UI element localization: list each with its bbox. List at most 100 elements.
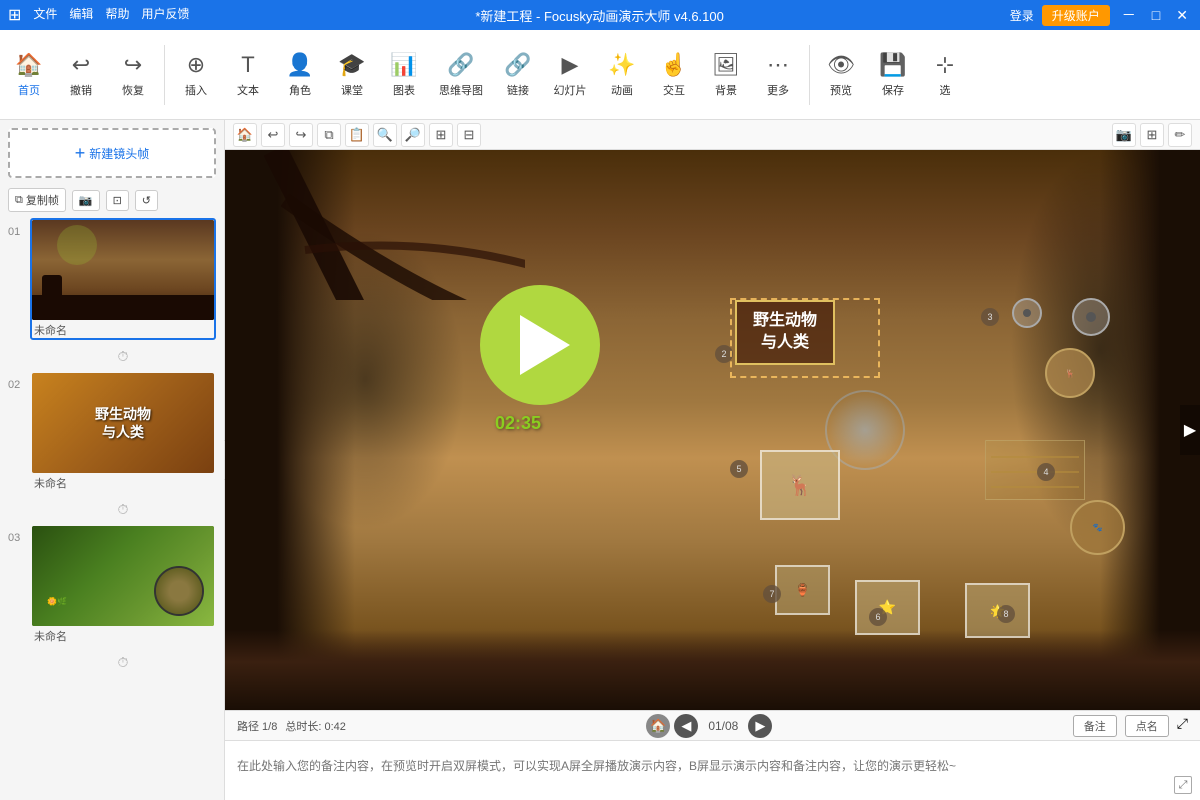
close-button[interactable]: ✕	[1172, 7, 1192, 24]
slide-thumb-3[interactable]: 🌼🌿 未命名	[30, 524, 216, 646]
background-icon: 🖼	[712, 52, 740, 78]
toolbar-redo[interactable]: ↪ 恢复	[108, 35, 158, 115]
redo-label: 恢复	[122, 82, 144, 98]
redo-nav-button[interactable]: ↪	[289, 123, 313, 147]
zoom-in-button[interactable]: 🔍	[373, 123, 397, 147]
toolbar-home[interactable]: 🏠 首页	[4, 35, 54, 115]
toolbar-insert[interactable]: ⊕ 插入	[171, 35, 221, 115]
menu-help[interactable]: 帮助	[105, 5, 129, 25]
deer-icon: 🦌	[788, 473, 813, 498]
toolbar-slide[interactable]: ▶ 幻灯片	[545, 35, 595, 115]
toolbar-background[interactable]: 🖼 背景	[701, 35, 751, 115]
callout-button[interactable]: 点名	[1125, 715, 1169, 737]
toolbar-link[interactable]: 🔗 链接	[493, 35, 543, 115]
grid-button[interactable]: ⊞	[1140, 123, 1164, 147]
edit-button[interactable]: ✏	[1168, 123, 1192, 147]
page-indicator: 01/08	[702, 719, 744, 733]
toolbar-preview[interactable]: 👁 预览	[816, 35, 866, 115]
titlebar-menu[interactable]: ⊞ 文件 编辑 帮助 用户反馈	[8, 5, 189, 25]
align-button[interactable]: ⊞	[429, 123, 453, 147]
undo-label: 撤销	[70, 82, 92, 98]
toolbar-animation[interactable]: ✨ 动画	[597, 35, 647, 115]
bottom-nav-bar: 路径 1/8 总时长: 0:42 🏠 ◀ 01/08 ▶ 备注 点名 ⤢	[225, 710, 1200, 740]
slide-thumbnail-1	[32, 220, 214, 320]
toolbar-text[interactable]: T 文本	[223, 35, 273, 115]
toolbar-chart[interactable]: 📊 图表	[379, 35, 429, 115]
slide-separator-2: ⏱	[30, 501, 216, 518]
login-button[interactable]: 登录	[1010, 7, 1034, 24]
paste-nav-button[interactable]: 📋	[345, 123, 369, 147]
refresh-button[interactable]: ↺	[135, 190, 158, 211]
toolbar-mindmap[interactable]: 🔗 思维导图	[431, 35, 491, 115]
node-box-7[interactable]: 🏺	[775, 565, 830, 615]
toolbar-select[interactable]: ⊹ 选	[920, 35, 970, 115]
notes-button[interactable]: 备注	[1073, 715, 1117, 737]
camera-icon: 📷	[79, 194, 93, 207]
slide-item-3: 03 🌼🌿 未命名	[8, 524, 216, 646]
undo-nav-button[interactable]: ↩	[261, 123, 285, 147]
copy-icon: ⧉	[15, 194, 23, 207]
toolbar-character[interactable]: 👤 角色	[275, 35, 325, 115]
classroom-icon: 🎓	[338, 52, 365, 78]
upgrade-button[interactable]: 升级账户	[1042, 5, 1110, 26]
slide-number-3: 03	[8, 532, 30, 544]
slide-number-1: 01	[8, 226, 30, 238]
zoom-out-button[interactable]: 🔎	[401, 123, 425, 147]
slide-item-1: 01 未命名	[8, 218, 216, 340]
next-page-button[interactable]: ▶	[748, 714, 772, 738]
distribute-button[interactable]: ⊟	[457, 123, 481, 147]
select-icon: ⊹	[936, 52, 954, 78]
preview-icon: 👁	[827, 52, 855, 78]
eye-dot-2	[1086, 312, 1096, 322]
fit-icon: ⊡	[113, 194, 122, 207]
menu-file[interactable]: 文件	[33, 5, 57, 25]
toolbar-interact[interactable]: ☝ 交互	[649, 35, 699, 115]
node-circle-3[interactable]: 🦌	[1045, 348, 1095, 398]
slide-thumbnail-3: 🌼🌿	[32, 526, 214, 626]
node-box-5[interactable]: 🦌	[760, 450, 840, 520]
menu-edit[interactable]: 编辑	[69, 5, 93, 25]
camera-button[interactable]: 📷	[72, 190, 100, 211]
play-button[interactable]	[480, 285, 600, 405]
page-info: 路径 1/8	[237, 718, 277, 734]
slide-item-2: 02 野生动物与人类 未命名	[8, 371, 216, 493]
node-box-6[interactable]: ⭐	[855, 580, 920, 635]
copy-frame-button[interactable]: ⧉ 复制帧	[8, 188, 66, 212]
menu-feedback[interactable]: 用户反馈	[141, 5, 189, 25]
slide-label-3: 未命名	[32, 628, 214, 644]
maximize-button[interactable]: □	[1148, 7, 1164, 23]
slide-thumb-2[interactable]: 野生动物与人类 未命名	[30, 371, 216, 493]
camera-nav-button[interactable]: 📷	[1112, 123, 1136, 147]
main-canvas[interactable]: 02:35 野生动物 与人类 2 3	[225, 150, 1200, 710]
text-icon: T	[241, 52, 254, 78]
toolbar-more[interactable]: ⋯ 更多	[753, 35, 803, 115]
mindmap-label: 思维导图	[439, 82, 483, 98]
slide-thumb-1[interactable]: 未命名	[30, 218, 216, 340]
node-circle-4[interactable]: 🐾	[1070, 500, 1125, 555]
ladder-rung-1	[991, 456, 1079, 458]
prev-page-button[interactable]: ◀	[674, 714, 698, 738]
menu-icon: ⊞	[8, 5, 21, 25]
status-info: 路径 1/8 总时长: 0:42	[237, 718, 346, 734]
title-selection-rect	[730, 298, 880, 378]
notes-textarea[interactable]	[237, 757, 1188, 785]
fit-button[interactable]: ⊡	[106, 190, 129, 211]
copy-nav-button[interactable]: ⧉	[317, 123, 341, 147]
new-frame-button[interactable]: + 新建镜头帧	[8, 128, 216, 178]
canvas-nav-right-button[interactable]: ▶	[1180, 405, 1200, 455]
toolbar-undo[interactable]: ↩ 撤销	[56, 35, 106, 115]
slide-icon: ▶	[562, 52, 579, 78]
animation-label: 动画	[611, 82, 633, 98]
home-icon: 🏠	[15, 52, 42, 78]
window-title: *新建工程 - Focusky动画演示大师 v4.6.100	[475, 6, 724, 25]
toolbar-save[interactable]: 💾 保存	[868, 35, 918, 115]
node-icon-7: 🏺	[795, 583, 810, 597]
home-nav-btn[interactable]: 🏠	[646, 714, 670, 738]
home-nav-button[interactable]: 🏠	[233, 123, 257, 147]
eye-circle-1	[1012, 298, 1042, 328]
slide-number-2: 02	[8, 379, 30, 391]
minimize-button[interactable]: －	[1118, 5, 1140, 25]
toolbar-classroom[interactable]: 🎓 课堂	[327, 35, 377, 115]
notes-expand-button[interactable]: ⤢	[1174, 776, 1192, 794]
expand-icon[interactable]: ⤢	[1177, 715, 1188, 737]
